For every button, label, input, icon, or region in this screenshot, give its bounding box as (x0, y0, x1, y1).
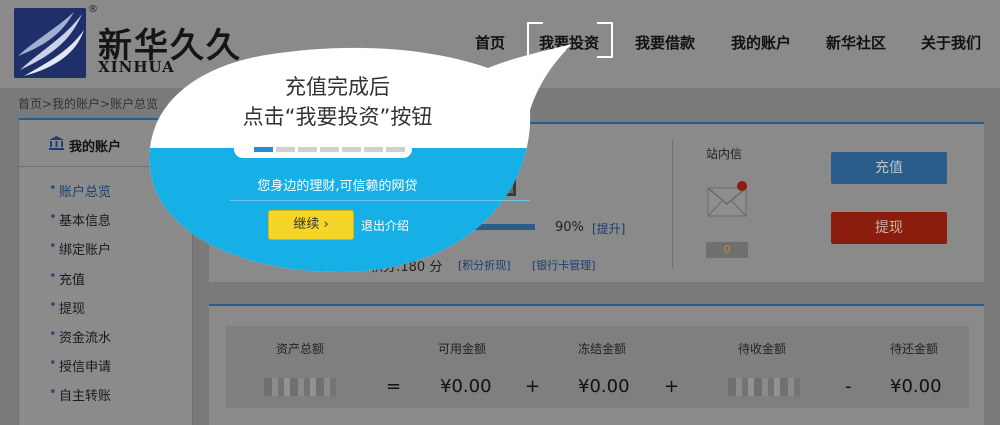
total-assets-label: 资产总额 (276, 342, 325, 356)
tutorial-step-segment (342, 147, 361, 152)
sidebar-item-transfer[interactable]: 自主转账 (49, 385, 111, 404)
frozen-label: 冻结金额 (578, 342, 627, 356)
nav-borrow[interactable]: 我要借款 (635, 32, 695, 53)
nav-about[interactable]: 关于我们 (921, 32, 981, 53)
sidebar-item-recharge[interactable]: 充值 (49, 269, 85, 288)
points-cash-link[interactable]: [积分折现] (458, 257, 511, 273)
tutorial-step-segment (386, 147, 405, 152)
pending-repay-label: 待还金额 (890, 342, 939, 356)
profile-progress-value: 90% (555, 220, 584, 235)
inbox-count-badge: 0 (706, 242, 748, 258)
equals-sign: = (386, 376, 402, 397)
envelope-icon[interactable] (706, 180, 748, 222)
inbox-title: 站内信 (706, 147, 743, 161)
tutorial-step-segment (320, 147, 339, 152)
minus-sign: - (845, 376, 852, 397)
frozen-value: ¥0.00 (578, 376, 630, 397)
breadcrumb[interactable]: 首页>我的账户>账户总览 (18, 95, 158, 112)
tutorial-title-line2: 点击“我要投资”按钮 (242, 105, 433, 129)
sidebar-item-bind-account[interactable]: 绑定账户 (49, 239, 111, 258)
nav-invest-highlight (527, 21, 613, 59)
panel-divider (672, 140, 673, 268)
recharge-button[interactable]: 充值 (831, 152, 947, 184)
exit-tutorial-link[interactable]: 退出介绍 (361, 217, 409, 234)
tutorial-title-line1: 充值完成后 (285, 75, 390, 99)
plus-sign-2: + (664, 376, 680, 397)
tutorial-step-segment (254, 147, 273, 152)
tutorial-divider (230, 200, 530, 201)
profile-progress-bar (447, 224, 535, 230)
nav-home[interactable]: 首页 (475, 32, 505, 53)
sidebar-item-withdraw[interactable]: 提现 (49, 298, 85, 317)
sidebar-item-fund-flow[interactable]: 资金流水 (49, 327, 111, 346)
tutorial-step-progress (234, 140, 412, 158)
account-sidebar: 我的账户 账户总览 基本信息 绑定账户 充值 提现 资金流水 授信申请 自主转账 (18, 118, 193, 425)
pending-receive-value-blurred (728, 378, 800, 396)
continue-button[interactable]: 继续 › (268, 210, 354, 240)
pending-receive-label: 待收金额 (738, 342, 787, 356)
nav-my-account[interactable]: 我的账户 (731, 32, 791, 53)
tutorial-title: 充值完成后 点击“我要投资”按钮 (150, 72, 525, 132)
available-value: ¥0.00 (440, 376, 492, 397)
sidebar-divider (19, 166, 192, 167)
points-text: 积分:180 分 (370, 260, 443, 275)
total-assets-value-blurred (264, 378, 336, 396)
tutorial-slogan: 您身边的理财,可信赖的网贷 (257, 179, 418, 194)
nav-community[interactable]: 新华社区 (826, 32, 886, 53)
sidebar-title: 我的账户 (69, 140, 122, 155)
registered-mark: ® (88, 4, 98, 15)
tutorial-step-segment (276, 147, 295, 152)
sidebar-item-overview[interactable]: 账户总览 (49, 181, 111, 200)
pending-repay-value: ¥0.00 (890, 376, 942, 397)
tutorial-step-segment (298, 147, 317, 152)
plus-sign-1: + (525, 376, 541, 397)
tutorial-step-segment (364, 147, 383, 152)
site-logo[interactable] (14, 8, 86, 78)
logo-mark-icon (14, 8, 86, 78)
bank-card-link[interactable]: [银行卡管理] (532, 257, 596, 273)
sidebar-item-basic-info[interactable]: 基本信息 (49, 210, 111, 229)
bank-icon (49, 136, 64, 150)
sidebar-item-credit-apply[interactable]: 授信申请 (49, 356, 111, 375)
improve-link[interactable]: [提升] (592, 220, 625, 237)
available-label: 可用金额 (438, 342, 487, 356)
withdraw-button[interactable]: 提现 (831, 212, 947, 244)
